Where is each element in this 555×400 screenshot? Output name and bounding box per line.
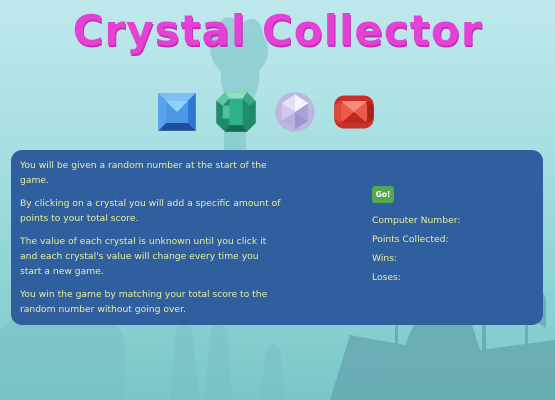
crystal-row: [155, 90, 376, 134]
instruction-text: By clicking on a crystal you will add a …: [20, 198, 281, 224]
points-collected-label: Points Collected:: [372, 234, 449, 245]
instruction-text: You win the game by matching your total …: [20, 289, 268, 315]
instruction-text: The value of each crystal is unknown unt…: [20, 236, 267, 277]
game-title: Crystal Collector: [72, 6, 483, 55]
wins-label: Wins:: [372, 253, 398, 264]
red-crystal-icon[interactable]: [332, 90, 376, 134]
go-button[interactable]: Go!: [372, 186, 394, 203]
blue-crystal-icon[interactable]: [155, 90, 199, 134]
stats-section: Go! Computer Number: Points Collected: W…: [372, 182, 460, 283]
game-panel: You will be given a random number at the…: [11, 150, 543, 325]
instruction-text: You will be given a random number at the…: [20, 160, 267, 186]
computer-number-label: Computer Number:: [372, 215, 461, 226]
white-crystal-icon[interactable]: [273, 90, 317, 134]
instructions: You will be given a random number at the…: [20, 158, 282, 325]
green-crystal-icon[interactable]: [214, 90, 258, 134]
loses-label: Loses:: [372, 272, 401, 283]
